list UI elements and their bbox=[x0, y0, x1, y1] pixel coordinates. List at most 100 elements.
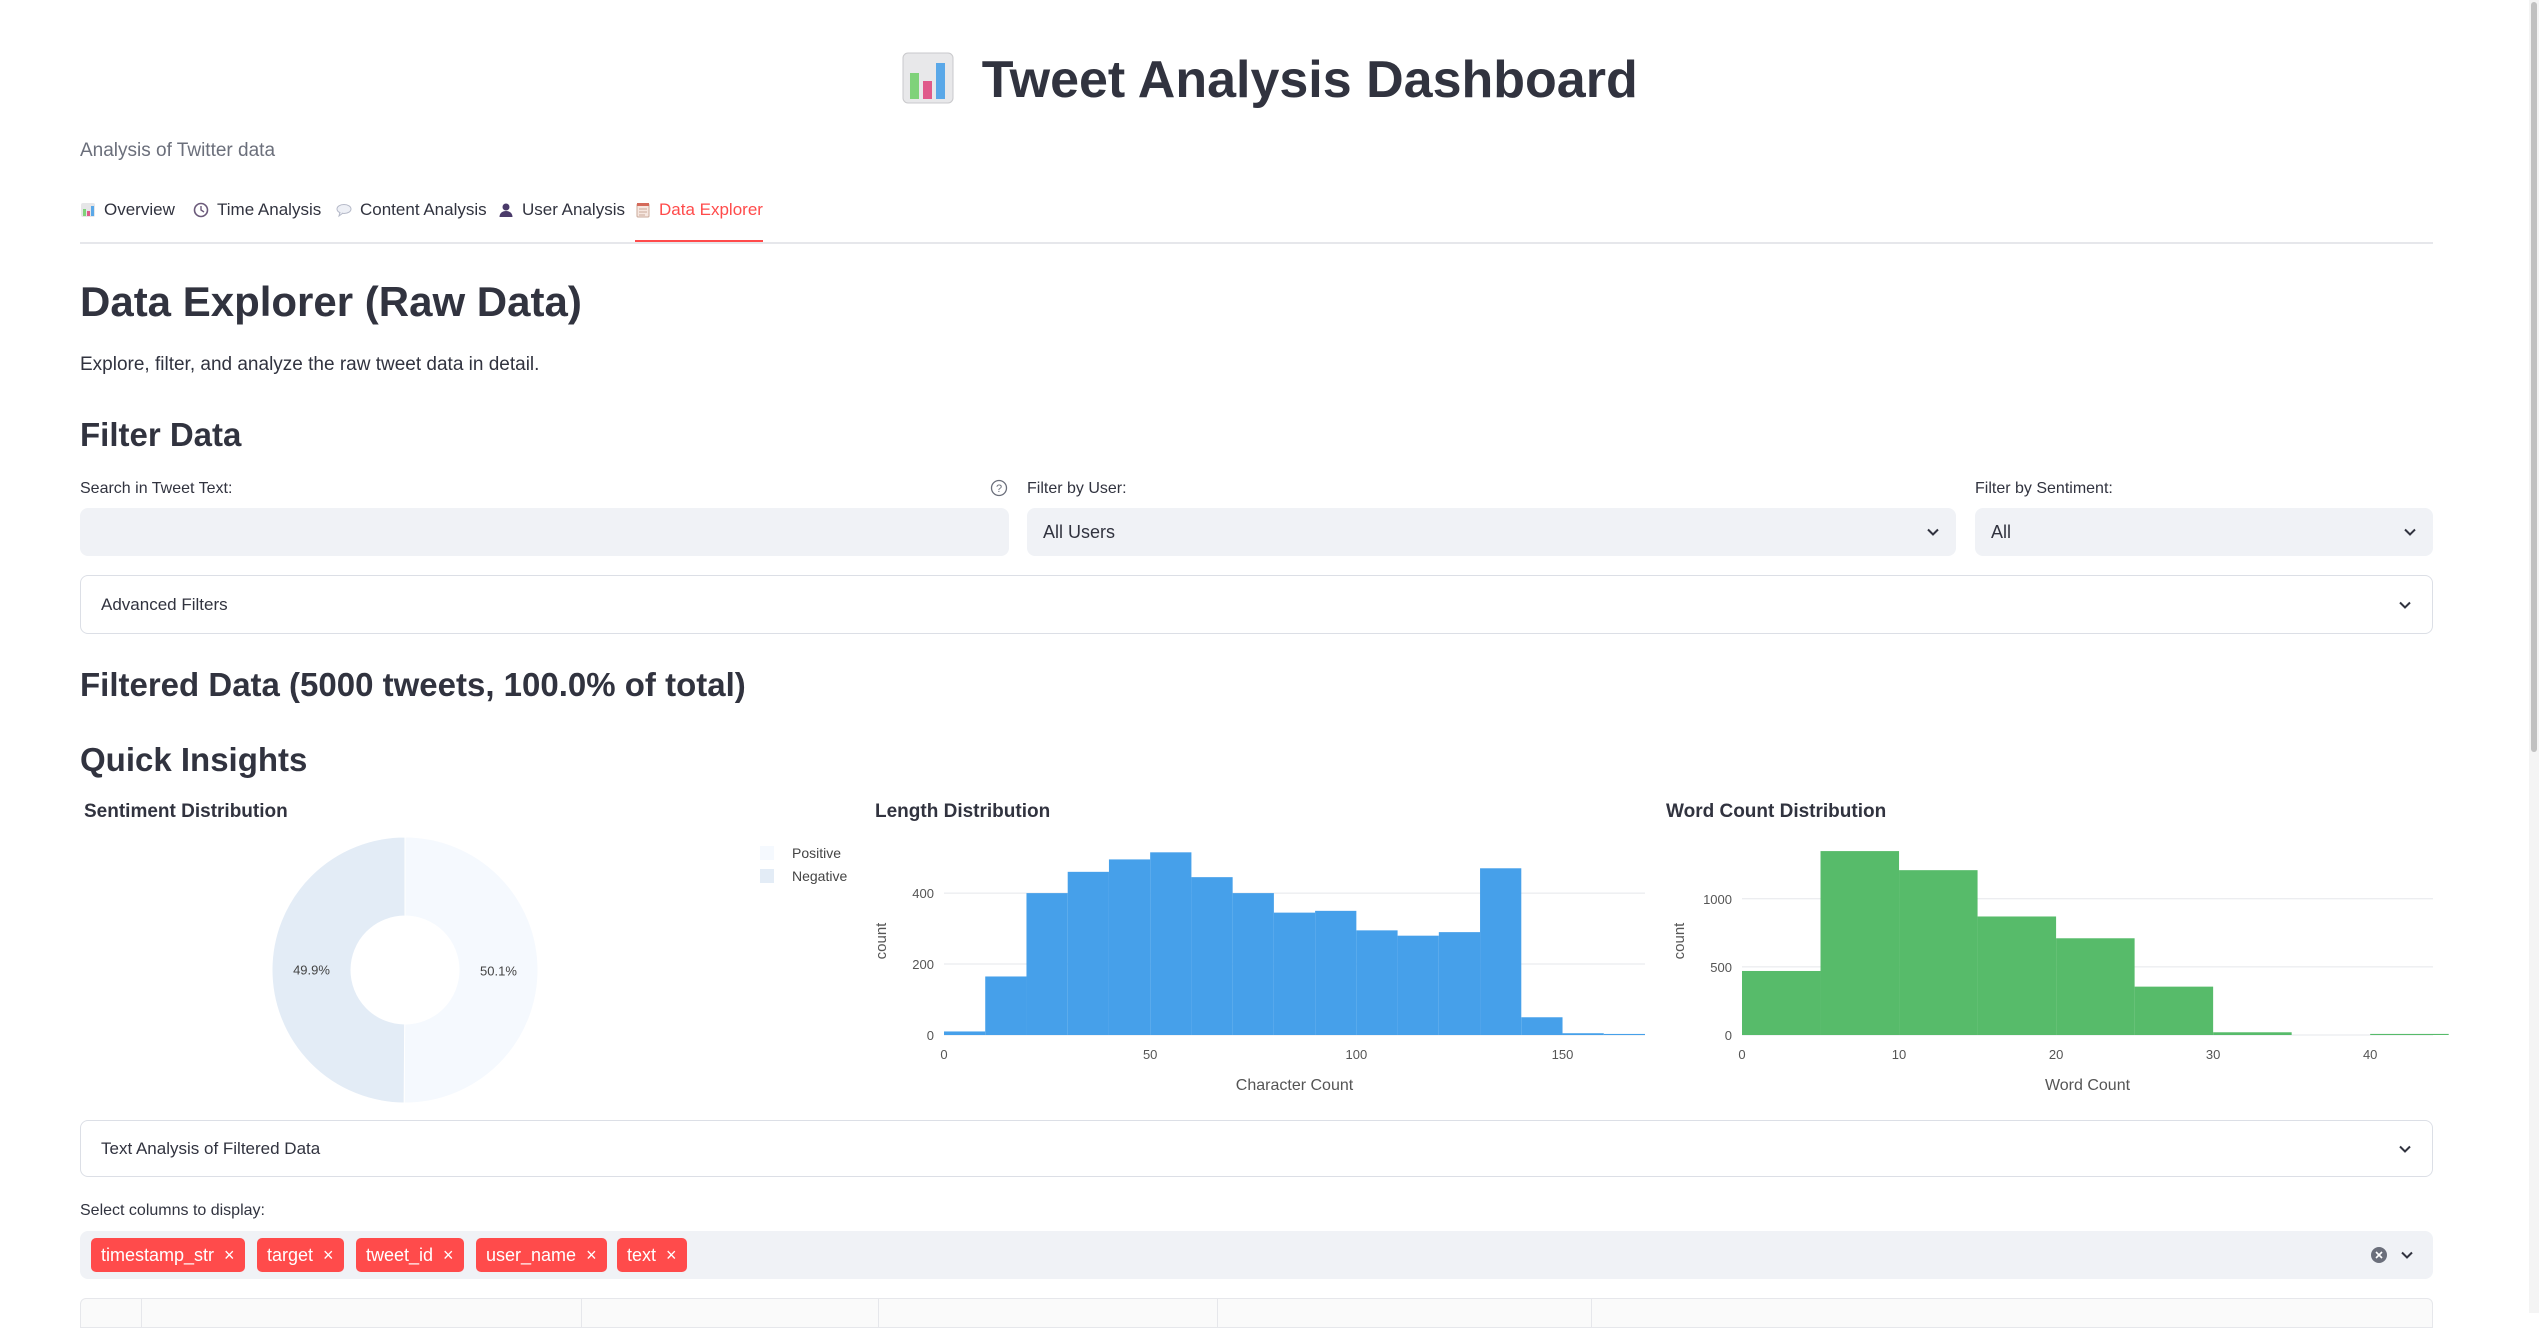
user-filter-value: All Users bbox=[1043, 521, 1116, 542]
histogram-bar bbox=[985, 976, 1027, 1035]
x-tick-label: 150 bbox=[1552, 1047, 1574, 1062]
length-histogram: 0 200 400 0 50 100 150 Character Count count bbox=[873, 852, 1645, 1094]
y-axis-label: count bbox=[1671, 922, 1688, 960]
column-tag[interactable]: text × bbox=[617, 1238, 687, 1272]
tab-data-explorer[interactable]: Data Explorer bbox=[635, 200, 763, 242]
page-scrollbar[interactable] bbox=[2529, 0, 2539, 1313]
sentiment-filter-select[interactable]: All bbox=[1975, 508, 2433, 556]
search-input[interactable] bbox=[80, 508, 1009, 556]
sentiment-donut-chart: 50.1% 49.9% Positive Negative bbox=[271, 836, 847, 1104]
clear-all-icon[interactable] bbox=[2370, 1246, 2388, 1264]
histogram-bar bbox=[2213, 1032, 2292, 1035]
wordcount-histogram: 0 500 1000 0 10 20 30 40 Word Count count bbox=[1671, 851, 2449, 1094]
histogram-bar bbox=[1899, 870, 1978, 1035]
histogram-bar bbox=[1356, 930, 1398, 1035]
histogram-bar bbox=[2370, 1033, 2449, 1035]
y-tick-label: 400 bbox=[912, 886, 934, 901]
y-axis-label: count bbox=[873, 922, 890, 960]
y-tick-label: 1000 bbox=[1703, 892, 1732, 907]
histogram-bar bbox=[1977, 916, 2057, 1035]
close-icon[interactable]: × bbox=[224, 1245, 235, 1266]
close-icon[interactable]: × bbox=[443, 1245, 454, 1266]
x-tick-label: 10 bbox=[1892, 1047, 1906, 1062]
x-tick-label: 40 bbox=[2363, 1047, 2377, 1062]
histogram-bar bbox=[1067, 871, 1109, 1035]
search-label: Search in Tweet Text: bbox=[80, 480, 233, 497]
filtered-data-heading: Filtered Data (5000 tweets, 100.0% of to… bbox=[80, 666, 746, 703]
x-tick-label: 30 bbox=[2206, 1047, 2220, 1062]
column-tag[interactable]: target × bbox=[257, 1238, 344, 1272]
x-tick-label: 100 bbox=[1346, 1047, 1368, 1062]
x-axis-label: Word Count bbox=[2045, 1077, 2131, 1094]
chevron-down-icon bbox=[2399, 601, 2411, 609]
x-tick-label: 0 bbox=[940, 1047, 947, 1062]
speech-bubble-icon bbox=[336, 204, 352, 218]
bar-chart-icon bbox=[81, 203, 95, 217]
x-tick-label: 0 bbox=[1738, 1047, 1745, 1062]
histogram-bar bbox=[1521, 1017, 1563, 1035]
histogram-bar bbox=[1108, 859, 1151, 1035]
pie-slice-label: 49.9% bbox=[293, 963, 330, 978]
legend-swatch bbox=[760, 846, 774, 860]
y-tick-label: 500 bbox=[1710, 960, 1732, 975]
histogram-bar bbox=[1026, 893, 1068, 1035]
column-tag[interactable]: timestamp_str × bbox=[91, 1238, 245, 1272]
sentiment-filter-label: Filter by Sentiment: bbox=[1975, 480, 2113, 497]
quick-insights-heading: Quick Insights bbox=[80, 741, 308, 778]
histogram-bar bbox=[2056, 938, 2135, 1035]
histogram-bar bbox=[2134, 986, 2214, 1035]
tab-content-analysis[interactable]: Content Analysis bbox=[336, 200, 487, 240]
chevron-down-icon bbox=[2404, 528, 2416, 536]
histogram-bar bbox=[1562, 1033, 1604, 1035]
user-filter-label: Filter by User: bbox=[1027, 480, 1127, 497]
app-subtitle: Analysis of Twitter data bbox=[80, 140, 276, 161]
pie-slice-positive bbox=[403, 836, 539, 1104]
user-filter-select[interactable]: All Users bbox=[1027, 508, 1956, 556]
app-title: Tweet Analysis Dashboard bbox=[981, 51, 1638, 109]
histogram-bar bbox=[1273, 912, 1316, 1035]
bar-chart-icon bbox=[901, 51, 955, 110]
chevron-down-icon bbox=[1927, 528, 1939, 536]
page-description: Explore, filter, and analyze the raw twe… bbox=[80, 354, 540, 375]
histogram-bar bbox=[1315, 910, 1357, 1035]
column-tag[interactable]: user_name × bbox=[476, 1238, 607, 1272]
tab-label: Content Analysis bbox=[360, 200, 487, 219]
svg-text:?: ? bbox=[996, 483, 1002, 495]
histogram-bar bbox=[1397, 935, 1439, 1035]
tab-overview[interactable]: Overview bbox=[80, 200, 175, 240]
data-table[interactable] bbox=[80, 1298, 2433, 1328]
histogram-bar bbox=[1603, 1033, 1645, 1035]
tab-label: Overview bbox=[104, 200, 175, 219]
user-icon bbox=[499, 203, 513, 217]
column-tag[interactable]: tweet_id × bbox=[356, 1238, 464, 1272]
help-icon[interactable]: ? bbox=[990, 479, 1008, 497]
close-icon[interactable]: × bbox=[323, 1245, 334, 1266]
close-icon[interactable]: × bbox=[666, 1245, 677, 1266]
filter-section-heading: Filter Data bbox=[80, 416, 242, 453]
y-tick-label: 0 bbox=[1725, 1028, 1732, 1043]
advanced-filters-expander[interactable]: Advanced Filters bbox=[80, 575, 2433, 634]
expander-label: Advanced Filters bbox=[101, 594, 228, 614]
chevron-down-icon[interactable] bbox=[2400, 1248, 2414, 1262]
tab-time-analysis[interactable]: Time Analysis bbox=[193, 200, 321, 240]
tab-label: User Analysis bbox=[522, 200, 625, 219]
tab-bar: Overview Time Analysis Content Analysis … bbox=[80, 200, 2433, 244]
pie-slice-label: 50.1% bbox=[480, 963, 517, 978]
chevron-down-icon bbox=[2399, 1145, 2411, 1153]
tab-user-analysis[interactable]: User Analysis bbox=[498, 200, 625, 240]
x-tick-label: 50 bbox=[1143, 1047, 1157, 1062]
histogram-bar bbox=[1191, 877, 1233, 1035]
close-icon[interactable]: × bbox=[586, 1245, 597, 1266]
tab-label: Time Analysis bbox=[217, 200, 322, 219]
histogram-bar bbox=[1742, 970, 1821, 1035]
sentiment-filter-value: All bbox=[1991, 521, 2012, 542]
notepad-icon bbox=[636, 203, 650, 218]
text-analysis-expander[interactable]: Text Analysis of Filtered Data bbox=[80, 1120, 2433, 1177]
x-tick-label: 20 bbox=[2049, 1047, 2063, 1062]
x-axis-label: Character Count bbox=[1236, 1077, 1354, 1094]
histogram-bar bbox=[1232, 893, 1274, 1035]
page-title: Data Explorer (Raw Data) bbox=[80, 278, 582, 325]
page-header: Tweet Analysis Dashboard bbox=[0, 50, 2539, 120]
y-tick-label: 200 bbox=[912, 957, 934, 972]
columns-label: Select columns to display: bbox=[80, 1202, 265, 1219]
